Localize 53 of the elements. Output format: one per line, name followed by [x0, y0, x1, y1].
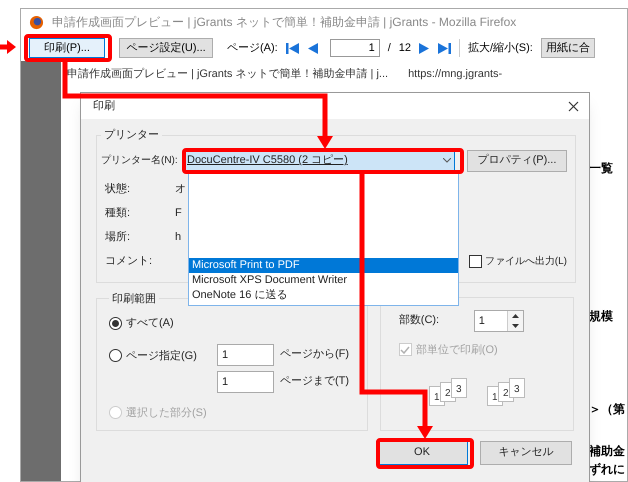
- printer-list-item[interactable]: Microsoft Print to PDF: [189, 258, 458, 273]
- checkbox-label: ファイルへ出力(L): [484, 254, 567, 269]
- first-page-icon[interactable]: [286, 42, 299, 54]
- dialog-title: 印刷: [93, 98, 115, 114]
- preview-header-title: 申請作成画面プレビュー | jGrants ネットで簡単！補助金申請 | j...: [67, 66, 388, 82]
- zoom-label: 拡大/縮小(S):: [468, 40, 533, 56]
- printer-name-label: プリンター名(N):: [101, 154, 179, 168]
- radio-label: 選択した部分(S): [126, 406, 207, 420]
- info-label: 種類:: [104, 206, 132, 222]
- to-page-field[interactable]: 1: [217, 370, 274, 392]
- zoom-select[interactable]: 用紙に合: [540, 38, 595, 58]
- page-separator: /: [388, 40, 391, 56]
- printer-list-item[interactable]: OneNote 16 に送る: [189, 288, 458, 303]
- arrow: [0, 40, 16, 54]
- page-count: 12: [398, 40, 412, 56]
- checkbox-label: 部単位で印刷(O): [416, 342, 498, 358]
- group-label: プリンター: [103, 128, 160, 143]
- cancel-button[interactable]: キャンセル: [480, 440, 572, 464]
- radio-button[interactable]: [109, 349, 122, 362]
- close-icon[interactable]: [568, 100, 579, 112]
- print-button[interactable]: 印刷(P)...: [29, 38, 105, 58]
- info-label: コメント:: [104, 254, 154, 270]
- page-setup-button[interactable]: ページ設定(U)...: [119, 38, 213, 58]
- info-value: F: [175, 206, 182, 222]
- from-page-field[interactable]: 1: [217, 344, 274, 366]
- group-label: 印刷範囲: [111, 292, 157, 306]
- info-value: オ: [175, 182, 186, 198]
- last-page-icon[interactable]: [438, 42, 452, 54]
- printer-list-item[interactable]: Microsoft XPS Document Writer: [189, 273, 458, 288]
- info-label: 場所:: [104, 230, 132, 246]
- page-field[interactable]: 1: [330, 39, 380, 57]
- copies-spinner[interactable]: 1: [474, 310, 524, 332]
- field-label: ページから(F): [280, 347, 350, 362]
- radio-button[interactable]: [109, 316, 122, 330]
- copies-label: 部数(C):: [398, 312, 440, 328]
- preview-text: 補助金: [589, 442, 626, 460]
- radio-label: すべて(A): [126, 316, 174, 331]
- field-label: ページまで(T): [280, 374, 350, 390]
- page-label: ページ(A):: [227, 40, 278, 56]
- browser-logo-icon: [29, 14, 44, 30]
- preview-text: ＞（第: [589, 400, 626, 418]
- preview-text: 規模: [589, 308, 614, 324]
- preview-text: ずれに: [589, 460, 626, 478]
- next-page-icon[interactable]: [419, 42, 430, 54]
- checkbox[interactable]: [468, 255, 482, 268]
- radio-label: ページ指定(G): [126, 348, 197, 364]
- chevron-down-icon: [443, 158, 451, 163]
- info-value: h: [175, 230, 182, 246]
- window-title: 申請作成画面プレビュー | jGrants ネットで簡単！補助金申請 | jGrants - Mozilla Firefox: [52, 14, 516, 31]
- preview-header-url: https://mng.jgrants-: [408, 67, 502, 82]
- properties-button[interactable]: プロパティ(P)...: [467, 150, 567, 172]
- info-label: 状態:: [104, 182, 132, 198]
- previous-page-icon[interactable]: [306, 42, 318, 54]
